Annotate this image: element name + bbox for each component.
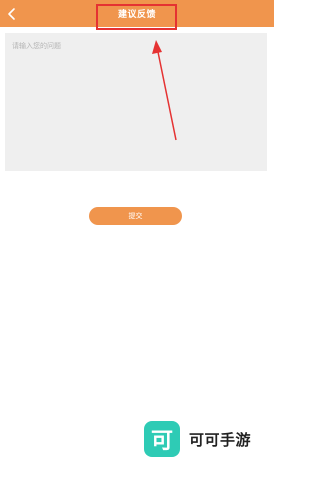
feedback-input[interactable] (5, 33, 267, 171)
brand-watermark: 可 可可手游 (144, 420, 251, 458)
submit-button[interactable]: 提交 (89, 207, 182, 225)
feedback-page: 建议反馈 提交 可 可可手游 (0, 0, 274, 480)
annotation-highlight-box (96, 4, 177, 30)
brand-logo: 可 (144, 421, 180, 457)
brand-name: 可可手游 (189, 430, 252, 449)
